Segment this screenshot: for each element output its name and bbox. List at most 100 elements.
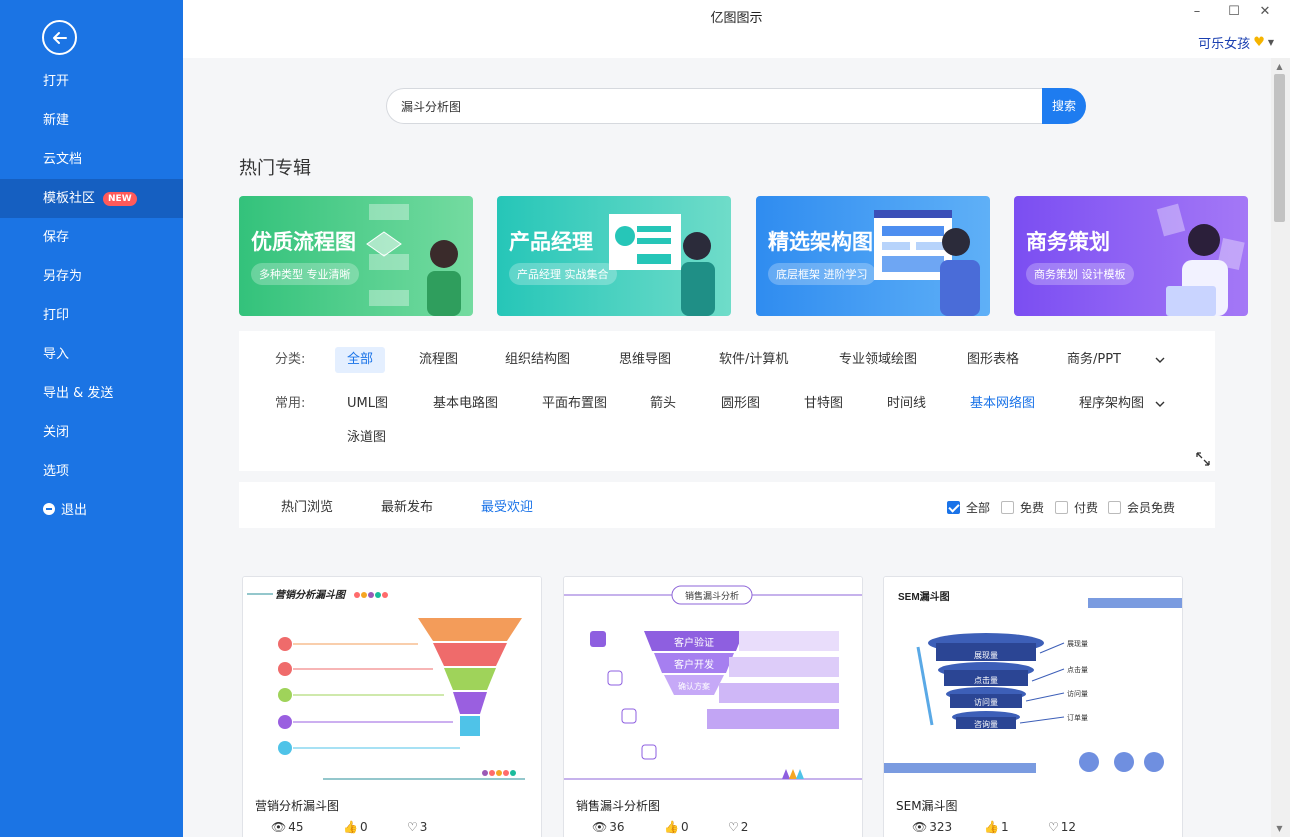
common-circle[interactable]: 圆形图 <box>721 391 760 417</box>
likes-stat[interactable]: 👍 0 <box>664 820 689 834</box>
favorites-count: 2 <box>740 820 749 834</box>
template-title: 营销分析漏斗图 <box>255 799 340 813</box>
views-stat: 👁 36 <box>592 820 625 834</box>
category-label: 分类: <box>275 352 306 367</box>
svg-text:展现量: 展现量 <box>974 651 998 660</box>
template-thumbnail: SEM漏斗图 展现量 点击量 访问量 咨询量 展现量 点击量 访问量 订单量 <box>884 577 1182 782</box>
favorites-stat[interactable]: ♡ 12 <box>1048 820 1076 834</box>
expand-icon[interactable] <box>1196 452 1210 466</box>
likes-stat[interactable]: 👍 0 <box>343 820 368 834</box>
filter-free-checkbox[interactable]: 免费 <box>1001 499 1044 516</box>
common-arrow[interactable]: 箭头 <box>650 391 676 417</box>
category-flowchart[interactable]: 流程图 <box>419 347 458 373</box>
sidebar-item-print[interactable]: 打印 <box>0 296 183 335</box>
svg-text:展现量: 展现量 <box>1067 640 1088 648</box>
likes-count: 0 <box>680 820 689 834</box>
views-count: 36 <box>609 820 625 834</box>
favorites-stat[interactable]: ♡ 2 <box>728 820 748 834</box>
chevron-down-icon[interactable] <box>1155 399 1165 409</box>
likes-stat[interactable]: 👍 1 <box>984 820 1009 834</box>
common-swimlane[interactable]: 泳道图 <box>347 425 386 451</box>
minimize-icon[interactable]: – <box>1187 4 1207 19</box>
template-title: SEM漏斗图 <box>896 799 958 813</box>
svg-text:确认方案: 确认方案 <box>678 681 710 691</box>
sidebar-item-exit[interactable]: 退出 <box>0 491 183 530</box>
user-menu[interactable]: 可乐女孩 ♥ ▼ <box>1198 33 1274 52</box>
sidebar-item-new[interactable]: 新建 <box>0 101 183 140</box>
views-count: 45 <box>288 820 304 834</box>
sidebar-item-label: 关闭 <box>43 425 70 440</box>
views-stat: 👁 323 <box>912 820 952 834</box>
category-org-chart[interactable]: 组织结构图 <box>505 347 570 373</box>
common-program-arch[interactable]: 程序架构图 <box>1079 391 1144 417</box>
eye-icon: 👁 <box>271 820 287 834</box>
sidebar-item-cloud-docs[interactable]: 云文档 <box>0 140 183 179</box>
maximize-icon[interactable]: ☐ <box>1224 4 1244 19</box>
common-uml[interactable]: UML图 <box>347 391 388 417</box>
chevron-down-icon[interactable] <box>1155 355 1165 365</box>
scroll-up-icon[interactable]: ▲ <box>1271 62 1288 71</box>
category-business-ppt[interactable]: 商务/PPT <box>1067 347 1121 373</box>
tab-popular[interactable]: 最受欢迎 <box>481 496 533 515</box>
back-button[interactable] <box>42 20 77 55</box>
svg-text:客户开发: 客户开发 <box>674 658 714 671</box>
banner-title: 优质流程图 <box>251 230 356 254</box>
category-software[interactable]: 软件/计算机 <box>719 347 788 373</box>
architecture-illustration <box>874 210 980 316</box>
vertical-scrollbar[interactable]: ▲ ▼ <box>1271 58 1290 837</box>
template-card[interactable]: 营销分析漏斗图 营销分析漏斗图 👁 45 👍 0 ♡ 3 <box>242 576 542 837</box>
thumbs-up-icon: 👍 <box>664 820 679 834</box>
banner-product-manager[interactable]: 产品经理 产品经理 实战集合 <box>497 196 731 316</box>
filter-member-free-checkbox[interactable]: 会员免费 <box>1108 499 1175 516</box>
favorites-stat[interactable]: ♡ 3 <box>407 820 427 834</box>
business-plan-illustration <box>1156 203 1245 316</box>
template-card[interactable]: 销售漏斗分析 客户验证 客户开发 确认方案 销售漏斗分析图 � <box>563 576 863 837</box>
tab-hot[interactable]: 热门浏览 <box>281 496 333 515</box>
search-input[interactable] <box>386 88 1046 124</box>
sidebar-item-label: 导出 & 发送 <box>43 386 114 401</box>
heart-icon: ♡ <box>728 820 739 834</box>
search-bar: 搜索 <box>386 88 1086 124</box>
category-all[interactable]: 全部 <box>335 347 386 373</box>
sidebar-item-label: 云文档 <box>43 152 83 167</box>
sidebar-item-template-community[interactable]: 模板社区 NEW <box>0 179 183 218</box>
common-gantt[interactable]: 甘特图 <box>804 391 843 417</box>
tab-latest[interactable]: 最新发布 <box>381 496 433 515</box>
svg-text:点击量: 点击量 <box>1067 665 1088 674</box>
common-timeline[interactable]: 时间线 <box>887 391 926 417</box>
sidebar-item-import[interactable]: 导入 <box>0 335 183 374</box>
common-circuit[interactable]: 基本电路图 <box>433 391 498 417</box>
sidebar-item-label: 另存为 <box>43 269 83 284</box>
sidebar-item-export-send[interactable]: 导出 & 发送 <box>0 374 183 413</box>
sidebar: 打开 新建 云文档 模板社区 NEW 保存 另存为 打印 导入 导出 & 发送 关… <box>0 0 183 837</box>
banner-flowchart[interactable]: 优质流程图 多种类型 专业清晰 <box>239 196 473 316</box>
caret-down-icon: ▼ <box>1267 38 1274 47</box>
banner-architecture[interactable]: 精选架构图 底层框架 进阶学习 <box>756 196 990 316</box>
banner-title: 产品经理 <box>509 230 593 254</box>
thumbs-up-icon: 👍 <box>984 820 999 834</box>
favorites-count: 3 <box>419 820 428 834</box>
sidebar-item-options[interactable]: 选项 <box>0 452 183 491</box>
favorites-count: 12 <box>1060 820 1077 834</box>
banner-business-plan[interactable]: 商务策划 商务策划 设计模板 <box>1014 196 1248 316</box>
scroll-down-icon[interactable]: ▼ <box>1271 824 1288 833</box>
template-card[interactable]: SEM漏斗图 展现量 点击量 访问量 咨询量 展现量 点击量 访问量 订单量 S… <box>883 576 1183 837</box>
sidebar-item-close[interactable]: 关闭 <box>0 413 183 452</box>
category-graphic-table[interactable]: 图形表格 <box>967 347 1019 373</box>
category-mind-map[interactable]: 思维导图 <box>619 347 671 373</box>
sidebar-item-save-as[interactable]: 另存为 <box>0 257 183 296</box>
filter-paid-checkbox[interactable]: 付费 <box>1055 499 1098 516</box>
banner-subtitle: 商务策划 设计模板 <box>1026 263 1134 285</box>
category-professional[interactable]: 专业领域绘图 <box>839 347 917 373</box>
close-icon[interactable]: ✕ <box>1255 4 1275 19</box>
sidebar-item-open[interactable]: 打开 <box>0 62 183 101</box>
sidebar-item-save[interactable]: 保存 <box>0 218 183 257</box>
scrollbar-thumb[interactable] <box>1274 74 1285 222</box>
sidebar-item-label: 导入 <box>43 347 70 362</box>
product-manager-illustration <box>609 214 715 316</box>
common-floor-plan[interactable]: 平面布置图 <box>542 391 607 417</box>
search-button[interactable]: 搜索 <box>1042 88 1086 124</box>
filter-all-checkbox[interactable]: 全部 <box>947 499 990 516</box>
template-thumbnail: 营销分析漏斗图 <box>243 577 541 782</box>
common-network[interactable]: 基本网络图 <box>970 391 1035 417</box>
